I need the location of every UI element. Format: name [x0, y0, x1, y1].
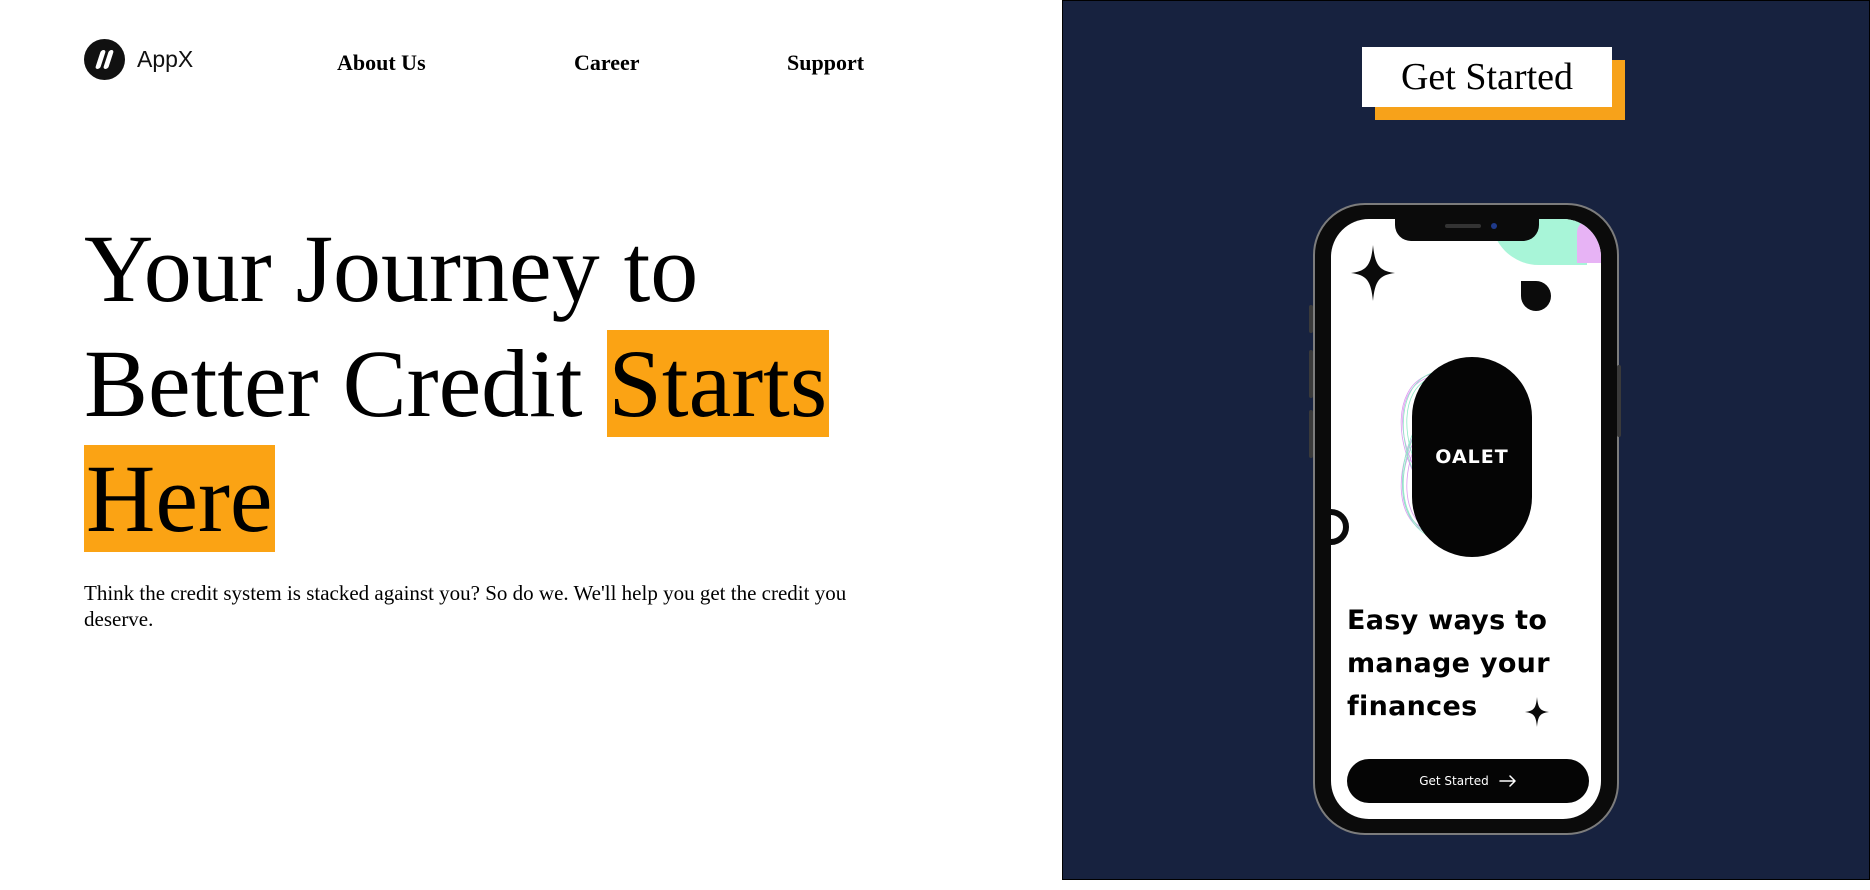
app-headline: Easy ways to manage your finances — [1347, 605, 1550, 722]
hero-section: AppX About Us Career Support Your Journe… — [0, 0, 1062, 890]
phone-power-button — [1617, 365, 1621, 437]
oalet-logo-pill: OALET — [1412, 357, 1532, 557]
arrow-right-icon — [1499, 775, 1516, 787]
nav-support[interactable]: Support — [787, 50, 864, 76]
small-sparkle-icon — [1525, 697, 1549, 727]
phone-mockup: OALET Easy ways to manage your finances … — [1309, 203, 1621, 835]
sparkle-star-icon — [1351, 245, 1395, 301]
nav-about-us[interactable]: About Us — [337, 50, 426, 76]
phone-volume-down — [1309, 410, 1313, 458]
headline-line-1: Your Journey to — [84, 215, 699, 322]
app-get-started-button[interactable]: Get Started — [1347, 759, 1589, 803]
brand-name: AppX — [137, 46, 194, 72]
appx-logo-icon — [84, 39, 125, 80]
speaker-grille — [1445, 224, 1481, 228]
phone-screen: OALET Easy ways to manage your finances … — [1331, 219, 1601, 819]
headline-highlight-starts: Starts — [606, 330, 830, 437]
phone-side-button — [1309, 305, 1313, 333]
get-started-button[interactable]: Get Started — [1362, 47, 1612, 107]
headline-highlight-here: Here — [84, 445, 275, 552]
hero-headline: Your Journey to Better Credit Starts Here — [84, 211, 944, 556]
drop-shape — [1521, 281, 1551, 311]
brand-logo[interactable]: AppX — [84, 39, 193, 80]
hero-subtext: Think the credit system is stacked again… — [84, 581, 847, 631]
nav-career[interactable]: Career — [574, 50, 640, 76]
phone-volume-up — [1309, 350, 1313, 398]
phone-notch — [1395, 219, 1539, 241]
lilac-shape — [1577, 219, 1601, 263]
ring-shape — [1331, 509, 1349, 545]
headline-line-2: Better Credit — [84, 330, 607, 437]
oalet-brand-text: OALET — [1435, 446, 1509, 468]
front-camera-icon — [1491, 223, 1497, 229]
app-button-label: Get Started — [1419, 774, 1489, 788]
